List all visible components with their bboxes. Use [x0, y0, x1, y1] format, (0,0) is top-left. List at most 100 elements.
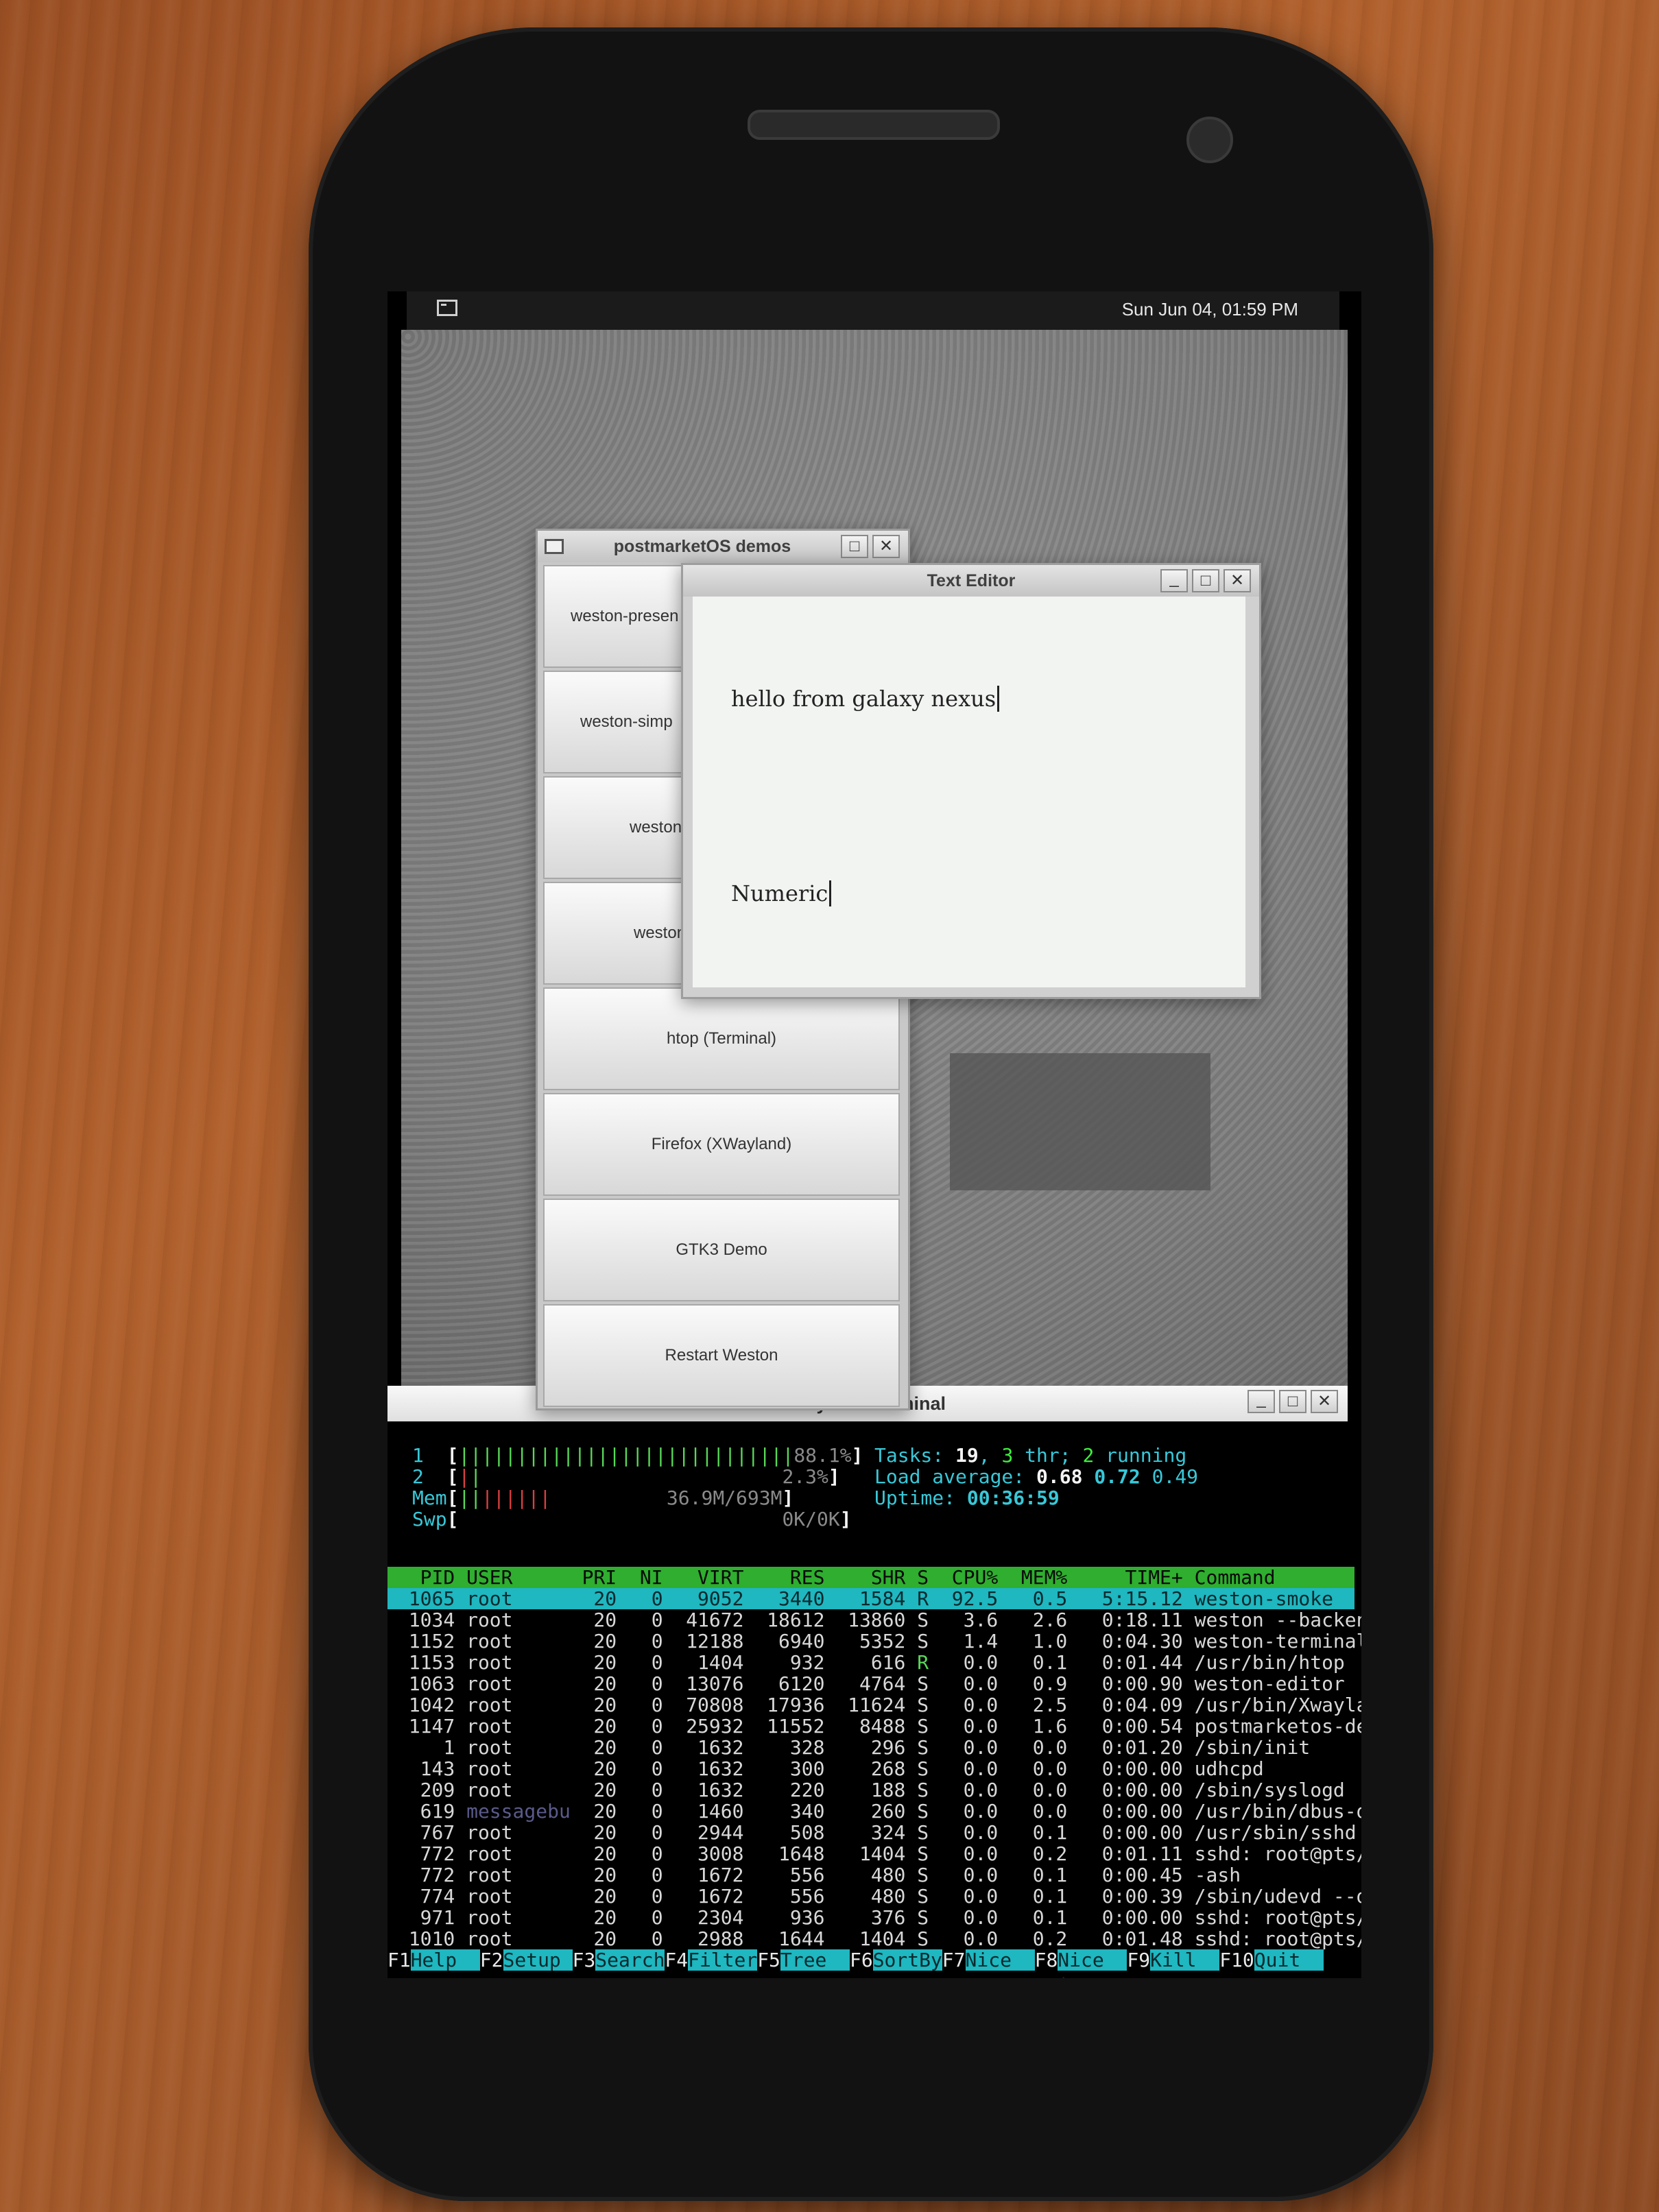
fkey-label-nice[interactable]: Nice + — [1058, 1949, 1127, 1978]
fkey-label-kill[interactable]: Kill — [1150, 1949, 1220, 1971]
table-row[interactable]: 1065 root 20 0 9052 3440 1584 R 92.5 0.5 5:15.12 we… — [387, 1588, 1354, 1609]
cell-ni: 0 — [651, 1927, 663, 1950]
table-row[interactable]: 1010 root 20 0 2988 1644 1404 S 0.0 0.2 0:01.48 ssh… — [387, 1927, 1361, 1950]
fkey-label-search[interactable]: Search — [595, 1949, 665, 1971]
cpu2-value: 2.3% — [782, 1465, 828, 1488]
cell-time: 0:00.00 — [1101, 1757, 1183, 1780]
table-row[interactable]: 1042 root 20 0 70808 17936 11624 S 0.0 2.5 0:04.09… — [387, 1694, 1361, 1716]
table-row[interactable]: 1063 root 20 0 13076 6120 4764 S 0.0 0.9 0:00.90 we… — [387, 1673, 1354, 1694]
cell-s: S — [917, 1694, 929, 1716]
close-button[interactable]: ✕ — [1311, 1390, 1338, 1413]
cell-pri: 20 — [593, 1587, 617, 1610]
fkey-f8[interactable]: F8 — [1035, 1949, 1058, 1971]
column-header-pri: PRI — [582, 1566, 617, 1589]
uptime-value: 00:36:59 — [966, 1487, 1060, 1509]
fkey-f4[interactable]: F4 — [665, 1949, 688, 1971]
cell-virt: 1672 — [697, 1885, 744, 1908]
table-row[interactable]: 619 messagebu 20 0 1460 340 260 S 0.0 0.0 0:00.00 /… — [387, 1801, 1361, 1822]
editor-entry-2[interactable]: Numeric — [731, 880, 832, 906]
fkey-f5[interactable]: F5 — [757, 1949, 780, 1971]
cell-mem: 0.0 — [1032, 1757, 1068, 1780]
table-row[interactable]: 1153 root 20 0 1404 932 616 R 0.0 0.1 0:01.44/usr/… — [387, 1652, 1354, 1673]
column-header-time: TIME+ — [1125, 1566, 1183, 1589]
fkey-label-tree[interactable]: Tree — [780, 1949, 850, 1971]
cell-pid: 1152 — [408, 1630, 455, 1652]
cell-user: root — [466, 1694, 513, 1716]
fkey-label-nice[interactable]: Nice - — [965, 1949, 1035, 1978]
window-menu-icon[interactable] — [545, 539, 564, 554]
htop-screen[interactable]: 1 [|||||||||||||||||||||||||||||88.1%] 2… — [387, 1421, 1361, 1978]
maximize-button[interactable]: □ — [841, 535, 868, 558]
fkey-label-sortby[interactable]: SortBy — [872, 1949, 942, 1971]
table-row[interactable]: 1152 root 20 0 12188 6940 5352 S 1.4 1.0 0:04.30 we… — [387, 1630, 1361, 1652]
fkey-f3[interactable]: F3 — [573, 1949, 596, 1971]
fkey-f7[interactable]: F7 — [942, 1949, 966, 1971]
fkey-label-help[interactable]: Help — [410, 1949, 480, 1971]
editor-text-area[interactable]: hello from galaxy nexus Numeric — [693, 597, 1245, 987]
cell-virt: 2944 — [697, 1821, 744, 1844]
cell-pid: 1042 — [408, 1694, 455, 1716]
editor-titlebar[interactable]: Text Editor _ □ ✕ — [683, 565, 1259, 597]
table-row[interactable]: 1 root 20 0 1632 328 296 S 0.0 0.0 0:01.20/sbin/in… — [387, 1737, 1354, 1758]
cell-pri: 20 — [593, 1885, 617, 1908]
demo-button-firefox[interactable]: Firefox (XWayland) — [543, 1093, 900, 1196]
fkey-f10[interactable]: F10 — [1219, 1949, 1254, 1971]
cell-pid: 209 — [420, 1779, 455, 1801]
cell-cpu: 0.0 — [963, 1779, 999, 1801]
cell-res: 508 — [789, 1821, 825, 1844]
cell-virt: 13076 — [686, 1672, 744, 1695]
table-row[interactable]: 767 root 20 0 2944 508 324 S 0.0 0.1 0:00.00/usr/s… — [387, 1821, 1357, 1844]
demo-button-restart-weston[interactable]: Restart Weston — [543, 1304, 900, 1407]
fkey-f1[interactable]: F1 — [387, 1949, 411, 1971]
process-table-header[interactable]: PID USER PRI NI VIRT RES SHR S CPU% MEM% TIME+ Comm… — [387, 1567, 1354, 1588]
mem-meter: Mem[|||||||| 36.9M/693M] — [412, 1487, 794, 1509]
cell-cpu: 0.0 — [963, 1927, 999, 1950]
maximize-button[interactable]: □ — [1192, 569, 1219, 592]
cell-cpu: 0.0 — [963, 1672, 999, 1695]
cell-s: S — [917, 1906, 929, 1929]
table-row[interactable]: 1034 root 20 0 41672 18612 13860 S 3.6 2.6 0:18.11… — [387, 1609, 1361, 1631]
demo-button-label: weston-simp — [580, 712, 673, 731]
demo-button-gtk3[interactable]: GTK3 Demo — [543, 1199, 900, 1301]
table-row[interactable]: 772 root 20 0 1672 556 480 S 0.0 0.1 0:00.45 -ash — [387, 1864, 1354, 1886]
cell-shr: 376 — [870, 1906, 906, 1929]
table-row[interactable]: 772 root 20 0 3008 1648 1404 S 0.0 0.2 0:01.11 sshd… — [387, 1843, 1361, 1864]
desktop-background[interactable]: postmarketOS demos □ ✕ weston-presen wes… — [401, 330, 1348, 1410]
table-row[interactable]: 774 root 20 0 1672 556 480 S 0.0 0.1 0:00.39/sbin/… — [387, 1885, 1361, 1908]
fkey-f2[interactable]: F2 — [480, 1949, 503, 1971]
editor-entry-1[interactable]: hello from galaxy nexus — [731, 686, 1000, 712]
close-button[interactable]: ✕ — [872, 535, 900, 558]
fkey-f6[interactable]: F6 — [850, 1949, 873, 1971]
fkey-label-filter[interactable]: Filter — [688, 1949, 757, 1971]
maximize-button[interactable]: □ — [1279, 1390, 1306, 1413]
cell-pid: 1065 — [408, 1587, 455, 1610]
terminal-launcher-icon[interactable] — [437, 300, 457, 316]
column-header-pid: PID — [420, 1566, 455, 1589]
demos-titlebar[interactable]: postmarketOS demos □ ✕ — [538, 531, 908, 562]
demo-button-htop[interactable]: htop (Terminal) — [543, 987, 900, 1090]
cell-shr: 1404 — [859, 1927, 906, 1950]
minimize-button[interactable]: _ — [1248, 1390, 1275, 1413]
column-header-user: USER — [466, 1566, 513, 1589]
close-button[interactable]: ✕ — [1224, 569, 1251, 592]
cell-command: weston --backend= — [1194, 1609, 1361, 1631]
cell-command: udhcpd — [1194, 1757, 1264, 1780]
cell-pri: 20 — [593, 1630, 617, 1652]
cell-shr: 188 — [870, 1779, 906, 1801]
cell-res: 932 — [789, 1651, 825, 1674]
table-row[interactable]: 1147 root 20 0 25932 11552 8488 S 0.0 1.6 0:00.54 p… — [387, 1716, 1361, 1737]
cell-cpu: 92.5 — [951, 1587, 999, 1610]
minimize-button[interactable]: _ — [1160, 569, 1188, 592]
cell-ni: 0 — [651, 1651, 663, 1674]
table-row[interactable]: 143 root 20 0 1632 300 268 S 0.0 0.0 0:00.00 udhcpd — [387, 1758, 1354, 1779]
terminal-window: Wayland Terminal _ □ ✕ 1 [||||||||||||||… — [387, 1386, 1361, 1978]
fkey-label-setup[interactable]: Setup — [503, 1949, 573, 1971]
table-row[interactable]: 209 root 20 0 1632 220 188 S 0.0 0.0 0:00.00/sbin/… — [387, 1779, 1354, 1801]
cell-pri: 20 — [593, 1757, 617, 1780]
fkey-f9[interactable]: F9 — [1127, 1949, 1150, 1971]
cell-res: 300 — [789, 1757, 825, 1780]
cell-res: 220 — [789, 1779, 825, 1801]
fkey-label-quit[interactable]: Quit — [1254, 1949, 1324, 1971]
swp-meter: Swp[ 0K/0K] — [412, 1508, 852, 1530]
table-row[interactable]: 971 root 20 0 2304 936 376 S 0.0 0.1 0:00.00 sshd: … — [387, 1906, 1361, 1929]
